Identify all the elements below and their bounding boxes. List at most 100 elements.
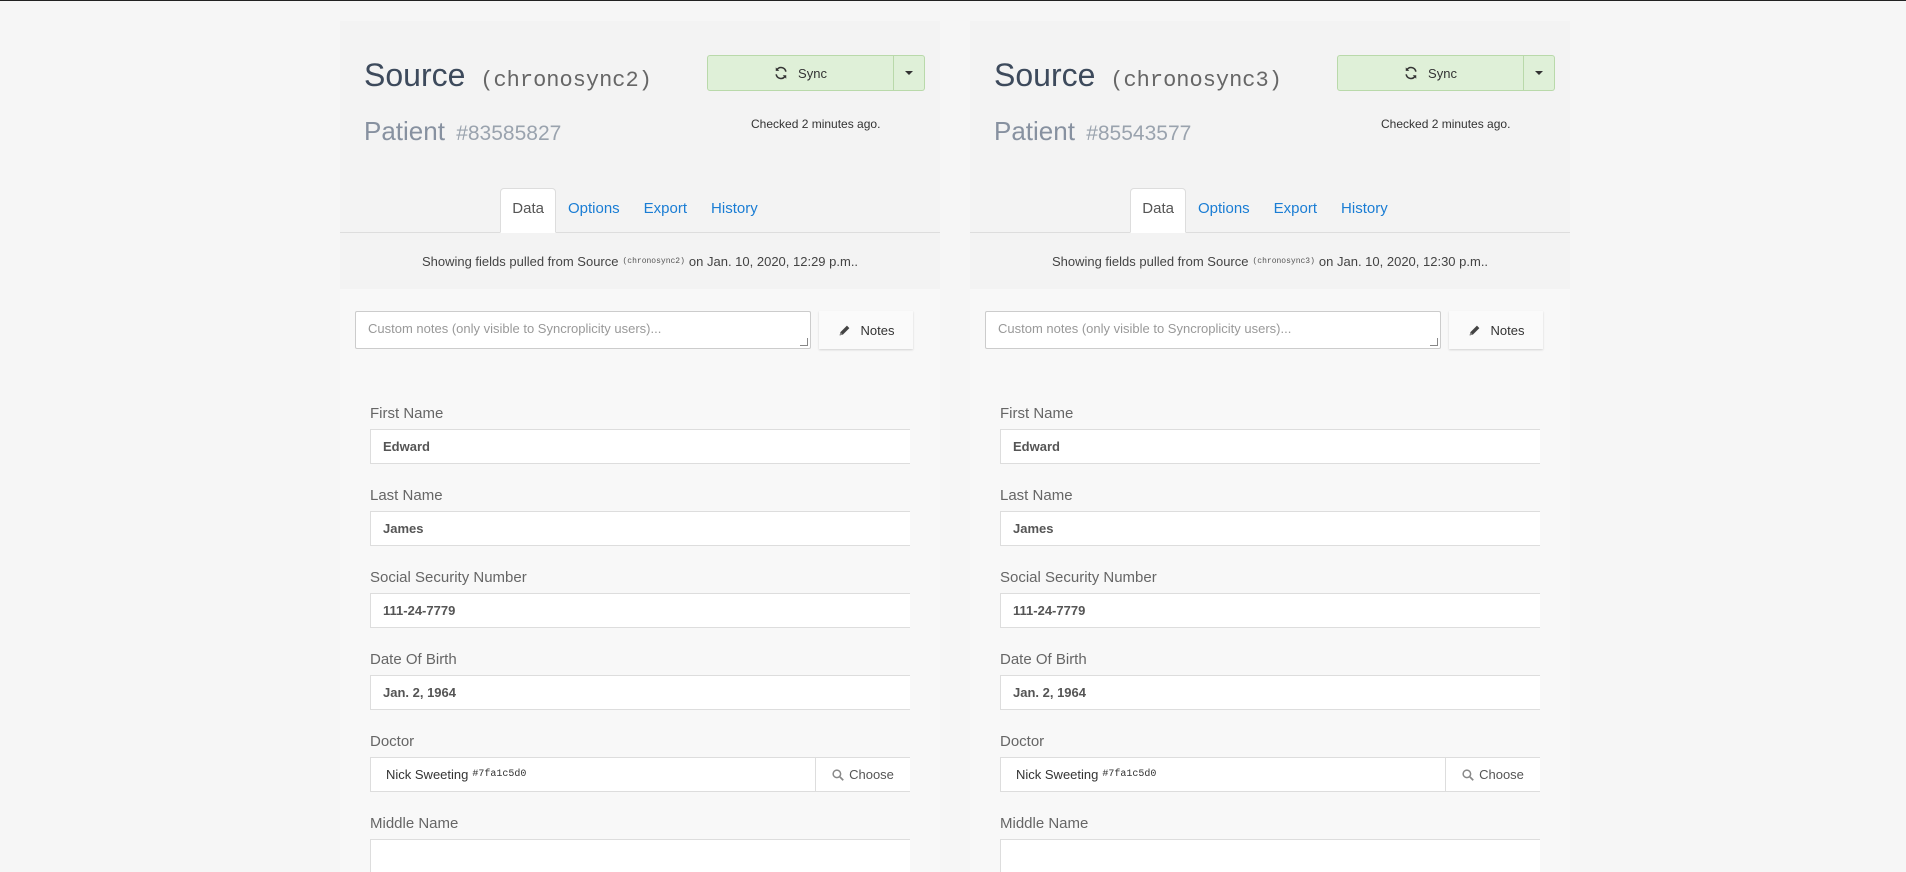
doctor-picker: Nick Sweeting #7fa1c5d0 Choose [1000, 757, 1540, 792]
field-first-name: First Name Edward [1000, 405, 1540, 464]
sync-button-group: Sync [707, 55, 925, 91]
source-panel-chronosync2: Source (chronosync2) Patient #83585827 S… [340, 21, 940, 872]
first-name-input[interactable]: Edward [370, 429, 910, 464]
first-name-input[interactable]: Edward [1000, 429, 1540, 464]
source-id: (chronosync3) [1110, 68, 1282, 93]
notes-placeholder: Custom notes (only visible to Syncroplic… [368, 321, 662, 336]
field-doctor: Doctor Nick Sweeting #7fa1c5d0 Choose [1000, 733, 1540, 792]
showing-source: (chronosync2) [622, 256, 685, 266]
field-first-name: First Name Edward [370, 405, 910, 464]
field-label: Last Name [370, 487, 443, 504]
doctor-value[interactable]: Nick Sweeting #7fa1c5d0 [370, 757, 816, 792]
panel-header: Source (chronosync2) Patient #83585827 S… [340, 21, 940, 233]
patient-label: Patient [994, 116, 1075, 146]
notes-button[interactable]: Notes [819, 311, 913, 349]
last-checked-status: Checked 2 minutes ago. [751, 117, 881, 131]
sync-button-group: Sync [1337, 55, 1555, 91]
sync-button[interactable]: Sync [1337, 55, 1524, 91]
choose-doctor-button[interactable]: Choose [1446, 757, 1540, 792]
field-label: Social Security Number [370, 569, 527, 586]
dob-input[interactable]: Jan. 2, 1964 [370, 675, 910, 710]
tab-data[interactable]: Data [1130, 188, 1186, 233]
title-text: Source [364, 57, 466, 93]
tab-history[interactable]: History [1329, 188, 1400, 233]
showing-prefix: Showing fields pulled from Source [1051, 253, 1249, 269]
pencil-icon [838, 324, 851, 337]
showing-date: on Jan. 10, 2020, 12:30 p.m.. [1318, 253, 1489, 269]
field-label: First Name [1000, 405, 1074, 422]
patient-id: #85543577 [1086, 122, 1192, 145]
tab-options[interactable]: Options [1186, 188, 1262, 233]
doctor-id: #7fa1c5d0 [1102, 769, 1157, 780]
choose-label: Choose [849, 767, 894, 782]
sync-label: Sync [1428, 65, 1457, 81]
resize-handle-icon[interactable] [1430, 338, 1438, 346]
sync-icon [774, 66, 788, 80]
middle-name-input[interactable] [370, 839, 910, 872]
field-label: Date Of Birth [370, 651, 457, 668]
field-last-name: Last Name James [370, 487, 910, 546]
source-info-line: Showing fields pulled from Source (chron… [970, 233, 1570, 289]
patient-id: #83585827 [456, 122, 562, 145]
notes-textarea[interactable]: Custom notes (only visible to Syncroplic… [355, 311, 811, 349]
field-last-name: Last Name James [1000, 487, 1540, 546]
choose-doctor-button[interactable]: Choose [816, 757, 910, 792]
field-dob: Date Of Birth Jan. 2, 1964 [370, 651, 910, 710]
tab-export[interactable]: Export [1262, 188, 1329, 233]
doctor-name: Nick Sweeting [1016, 767, 1099, 782]
tab-export[interactable]: Export [632, 188, 699, 233]
tab-data[interactable]: Data [500, 188, 556, 233]
tab-options[interactable]: Options [556, 188, 632, 233]
field-label: Last Name [1000, 487, 1073, 504]
field-label: Middle Name [370, 815, 459, 832]
patient-label: Patient [364, 116, 445, 146]
field-ssn: Social Security Number 111-24-7779 [370, 569, 910, 628]
last-name-input[interactable]: James [1000, 511, 1540, 546]
tab-bar: Data Options Export History [340, 185, 940, 233]
sync-button[interactable]: Sync [707, 55, 894, 91]
chevron-down-icon [905, 71, 913, 75]
dob-input[interactable]: Jan. 2, 1964 [1000, 675, 1540, 710]
search-icon [832, 768, 844, 781]
panel-header: Source (chronosync3) Patient #85543577 S… [970, 21, 1570, 233]
notes-placeholder: Custom notes (only visible to Syncroplic… [998, 321, 1292, 336]
resize-handle-icon[interactable] [800, 338, 808, 346]
doctor-value[interactable]: Nick Sweeting #7fa1c5d0 [1000, 757, 1446, 792]
field-middle-name: Middle Name [370, 815, 910, 872]
field-ssn: Social Security Number 111-24-7779 [1000, 569, 1540, 628]
data-form: Custom notes (only visible to Syncroplic… [970, 289, 1570, 872]
middle-name-input[interactable] [1000, 839, 1540, 872]
choose-label: Choose [1479, 767, 1524, 782]
search-icon [1462, 768, 1474, 781]
patient-heading: Patient #85543577 [994, 116, 1191, 147]
sync-icon [1404, 66, 1418, 80]
field-label: Doctor [1000, 733, 1045, 750]
notes-row: Custom notes (only visible to Syncroplic… [355, 311, 913, 349]
page-title: Source (chronosync3) [994, 57, 1282, 94]
tab-bar: Data Options Export History [970, 185, 1570, 233]
source-panel-chronosync3: Source (chronosync3) Patient #85543577 S… [970, 21, 1570, 872]
notes-textarea[interactable]: Custom notes (only visible to Syncroplic… [985, 311, 1441, 349]
showing-source: (chronosync3) [1252, 256, 1315, 266]
field-label: Date Of Birth [1000, 651, 1087, 668]
field-label: Doctor [370, 733, 415, 750]
field-doctor: Doctor Nick Sweeting #7fa1c5d0 Choose [370, 733, 910, 792]
sync-dropdown-toggle[interactable] [1524, 55, 1555, 91]
pencil-icon [1468, 324, 1481, 337]
notes-label: Notes [1490, 322, 1525, 338]
field-label: Middle Name [1000, 815, 1089, 832]
showing-date: on Jan. 10, 2020, 12:29 p.m.. [688, 253, 859, 269]
last-name-input[interactable]: James [370, 511, 910, 546]
tab-history[interactable]: History [699, 188, 770, 233]
sync-label: Sync [798, 65, 827, 81]
notes-row: Custom notes (only visible to Syncroplic… [985, 311, 1543, 349]
chevron-down-icon [1535, 71, 1543, 75]
source-info-line: Showing fields pulled from Source (chron… [340, 233, 940, 289]
source-id: (chronosync2) [480, 68, 652, 93]
ssn-input[interactable]: 111-24-7779 [1000, 593, 1540, 628]
field-label: First Name [370, 405, 444, 422]
sync-dropdown-toggle[interactable] [894, 55, 925, 91]
ssn-input[interactable]: 111-24-7779 [370, 593, 910, 628]
notes-button[interactable]: Notes [1449, 311, 1543, 349]
doctor-picker: Nick Sweeting #7fa1c5d0 Choose [370, 757, 910, 792]
